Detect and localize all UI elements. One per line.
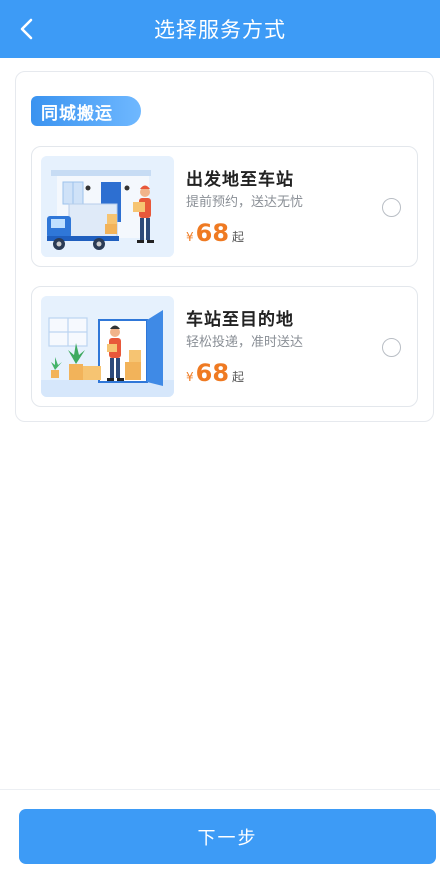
nav-bar: 选择服务方式 xyxy=(0,0,440,58)
back-button[interactable] xyxy=(12,14,42,44)
price-suffix: 起 xyxy=(232,230,245,244)
price-currency: ¥ xyxy=(186,230,194,244)
service-price: ¥ 68 起 xyxy=(186,219,244,247)
service-price: ¥ 68 起 xyxy=(186,359,244,387)
service-name: 车站至目的地 xyxy=(186,310,294,330)
service-panel: 同城搬运 出发地至车站 提前预约，送达无忧 ¥ 68 起 车站至目的地 轻松投递… xyxy=(15,71,434,422)
price-value: 68 xyxy=(195,359,230,387)
footer-bar: 下一步 xyxy=(0,789,440,890)
service-radio[interactable] xyxy=(382,338,401,357)
service-desc: 轻松投递，准时送达 xyxy=(186,335,304,350)
service-name: 出发地至车站 xyxy=(186,170,294,190)
next-step-button[interactable]: 下一步 xyxy=(19,809,436,864)
service-radio[interactable] xyxy=(382,198,401,217)
page-title: 选择服务方式 xyxy=(154,18,286,42)
section-tag: 同城搬运 xyxy=(31,96,141,126)
service-card-destination[interactable]: 车站至目的地 轻松投递，准时送达 ¥ 68 起 xyxy=(31,286,418,407)
price-currency: ¥ xyxy=(186,370,194,384)
price-suffix: 起 xyxy=(232,370,245,384)
service-desc: 提前预约，送达无忧 xyxy=(186,195,304,210)
chevron-left-icon xyxy=(20,18,33,40)
service-card-departure[interactable]: 出发地至车站 提前预约，送达无忧 ¥ 68 起 xyxy=(31,146,418,267)
service-illustration-truck xyxy=(41,156,174,257)
price-value: 68 xyxy=(195,219,230,247)
service-illustration-door xyxy=(41,296,174,397)
